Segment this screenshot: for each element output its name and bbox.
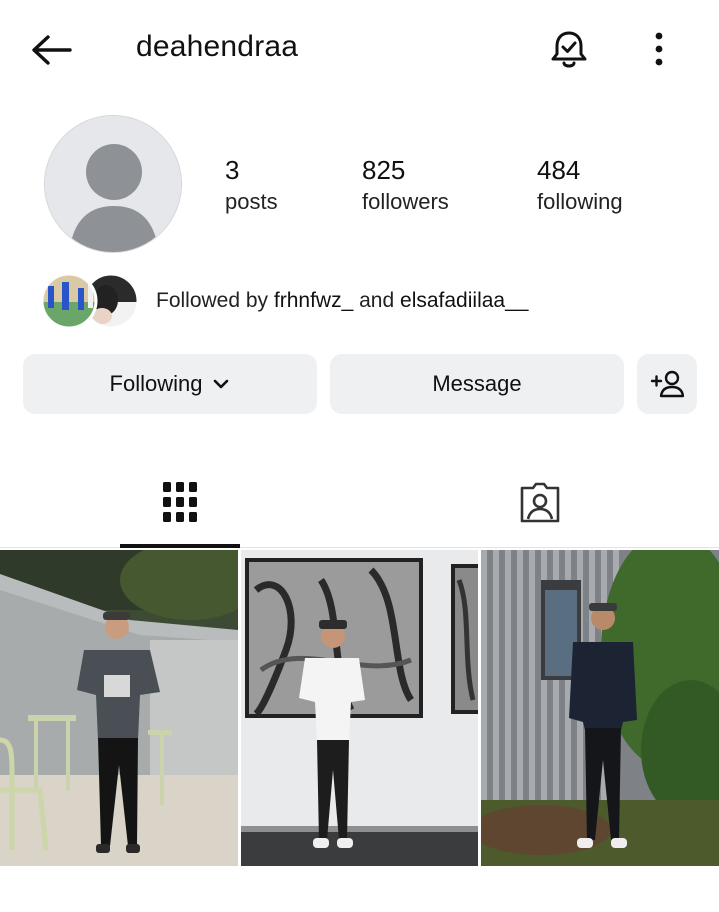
message-button-label: Message: [432, 371, 522, 396]
more-vertical-icon[interactable]: [642, 28, 676, 70]
bell-check-icon[interactable]: [546, 26, 592, 72]
message-button[interactable]: Message: [330, 354, 624, 414]
following-stat[interactable]: 484 following: [537, 154, 623, 218]
following-button-label: Following: [109, 371, 203, 396]
profile-header: deahendraa: [0, 0, 719, 100]
posts-grid: [0, 550, 719, 866]
mutual-follower-avatars: [40, 272, 140, 330]
followed-by-row[interactable]: Followed by frhnfwz_ and elsafadiilaa__: [40, 272, 700, 332]
active-tab-indicator: [120, 544, 240, 548]
mutual-user-1[interactable]: frhnfwz_: [274, 289, 353, 312]
followed-by-prefix: Followed by: [156, 289, 269, 312]
grid-icon: [162, 481, 198, 528]
following-button[interactable]: Following: [23, 354, 317, 414]
profile-avatar[interactable]: [44, 115, 182, 253]
chevron-down-icon: [212, 378, 230, 390]
post-thumbnail-2[interactable]: [241, 550, 478, 866]
following-label: following: [537, 189, 623, 214]
followers-stat[interactable]: 825 followers: [362, 154, 449, 218]
followed-by-text: Followed by frhnfwz_ and elsafadiilaa__: [156, 289, 528, 313]
posts-stat[interactable]: 3 posts: [225, 154, 278, 218]
posts-label: posts: [225, 189, 278, 214]
post-thumbnail-3[interactable]: [481, 550, 719, 866]
posts-count: 3: [225, 155, 240, 185]
tagged-person-icon: [518, 482, 562, 529]
following-count: 484: [537, 155, 581, 185]
add-user-button[interactable]: [637, 354, 697, 414]
profile-username: deahendraa: [136, 30, 299, 63]
followers-count: 825: [362, 155, 406, 185]
back-arrow-icon[interactable]: [28, 28, 76, 72]
followed-by-conjunction: and: [359, 289, 395, 312]
profile-tabs: [0, 462, 719, 548]
tab-tagged[interactable]: [420, 462, 660, 548]
add-user-icon: [650, 369, 684, 399]
post-thumbnail-1[interactable]: [0, 550, 238, 866]
followers-label: followers: [362, 189, 449, 214]
mutual-user-2[interactable]: elsafadiilaa__: [400, 289, 528, 312]
tab-grid[interactable]: [60, 462, 300, 548]
